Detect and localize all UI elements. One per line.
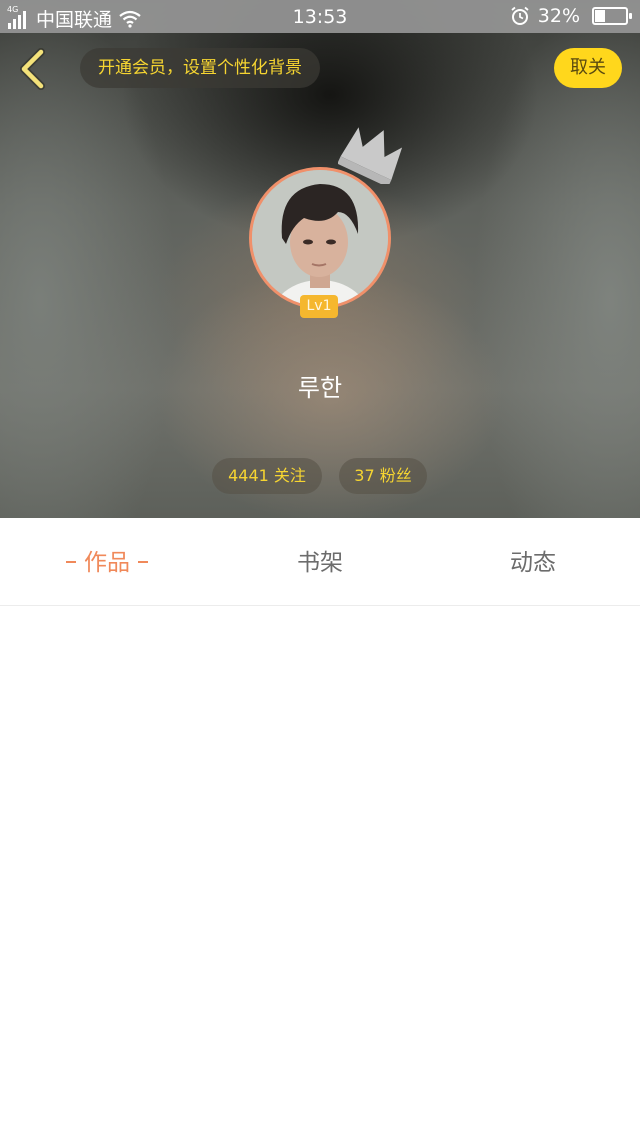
tab-works-label: 作品 — [84, 550, 130, 576]
alarm-icon — [511, 6, 529, 25]
battery-icon — [592, 7, 632, 25]
avatar-portrait — [252, 170, 388, 306]
tab-activity[interactable]: 动态 — [473, 518, 593, 606]
status-bar: 4G 中国联通 13:53 32% — [0, 0, 640, 33]
following-count[interactable]: 4441 关注 — [212, 458, 322, 494]
fans-count[interactable]: 37 粉丝 — [339, 458, 427, 494]
level-badge: Lv1 — [300, 295, 338, 318]
tab-activity-label: 动态 — [510, 550, 556, 576]
tab-indicator-left — [66, 560, 76, 563]
user-avatar[interactable] — [249, 167, 391, 309]
tab-bookshelf-label: 书架 — [297, 550, 343, 576]
status-right: 32% — [510, 5, 632, 27]
profile-tabs: 作品 书架 动态 — [0, 518, 640, 606]
tab-content-area — [0, 607, 640, 1138]
username: 루한 — [297, 374, 343, 402]
tab-bookshelf[interactable]: 书架 — [260, 518, 380, 606]
tab-works[interactable]: 作品 — [47, 518, 167, 606]
back-button[interactable] — [14, 46, 54, 92]
battery-percent: 32% — [537, 5, 580, 27]
tab-indicator-right — [138, 560, 148, 563]
vip-background-banner[interactable]: 开通会员，设置个性化背景 — [80, 48, 320, 88]
chevron-left-icon — [20, 48, 45, 90]
battery-level-fill — [595, 10, 605, 22]
unfollow-button[interactable]: 取关 — [554, 48, 622, 88]
